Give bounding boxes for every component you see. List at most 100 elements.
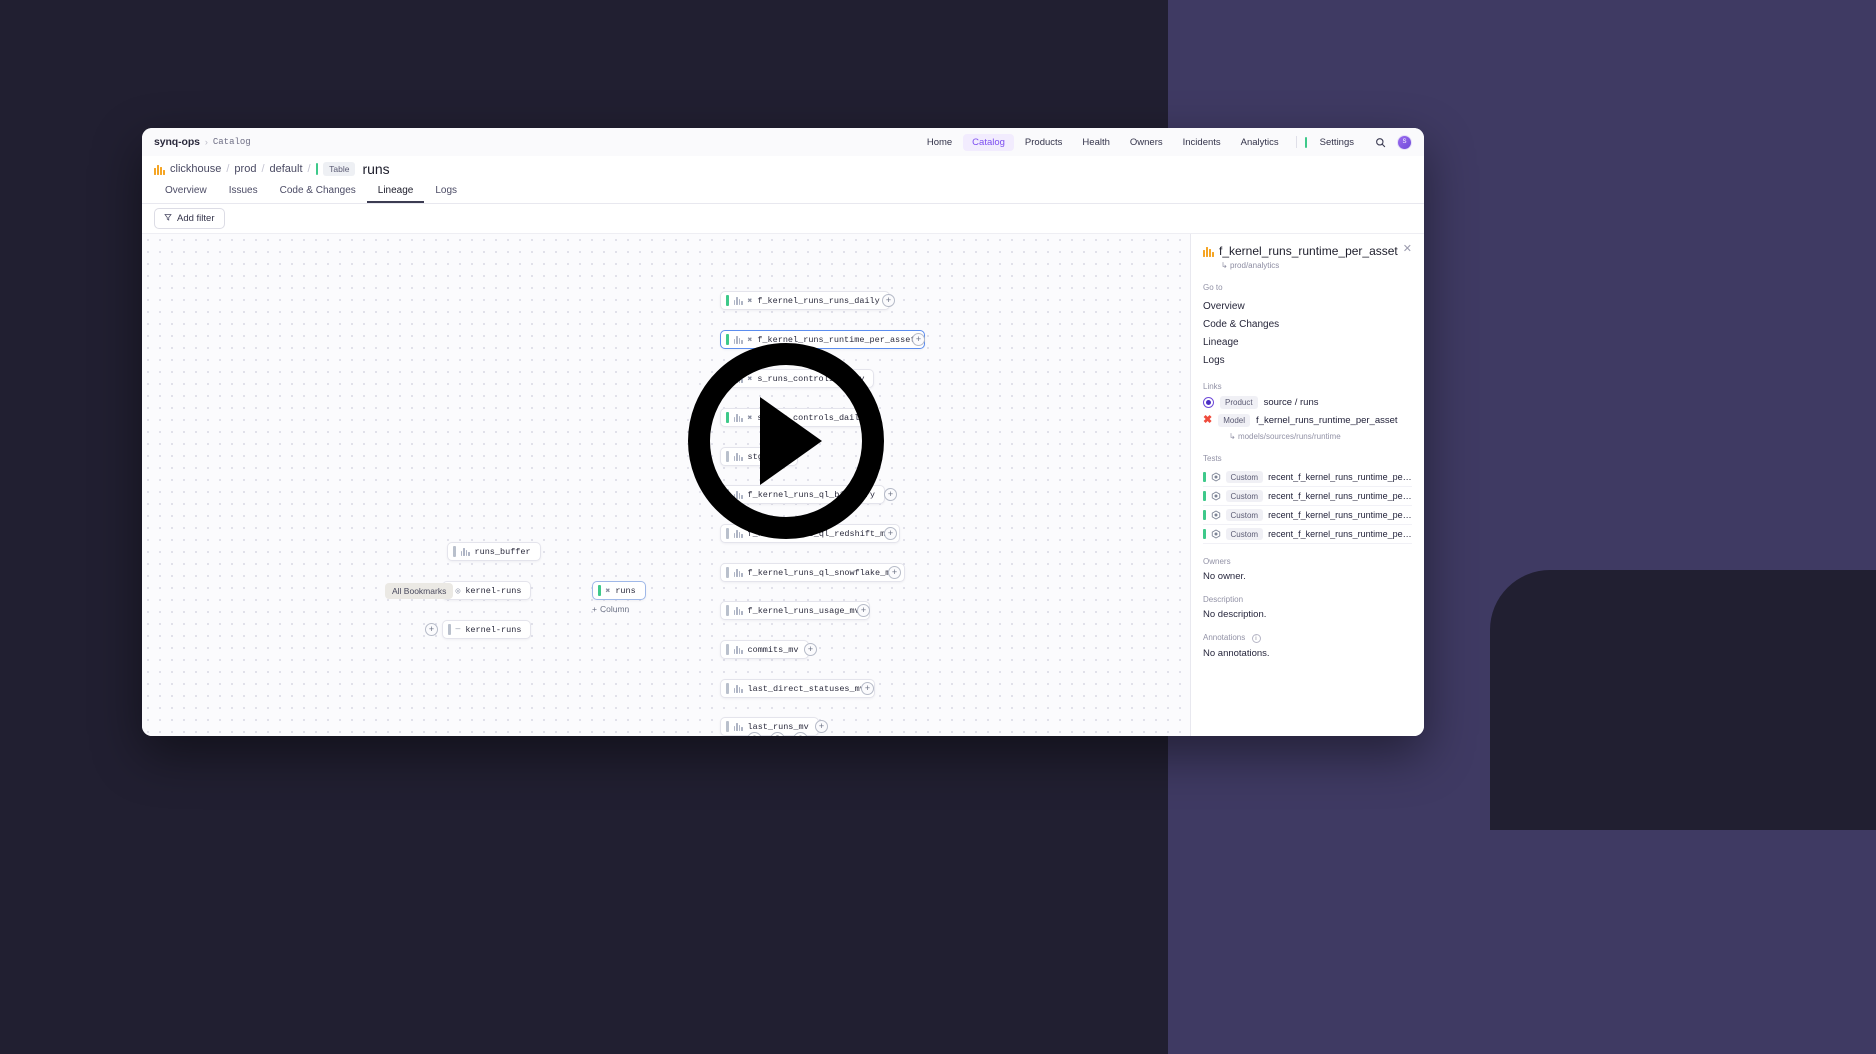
node-expander-button[interactable]: + — [868, 411, 881, 424]
node-label: f_kernel_runs_ql_redshift_mv — [747, 528, 891, 539]
test-name: recent_f_kernel_runs_runtime_per_... — [1268, 472, 1412, 483]
annotations-label: Annotations — [1203, 633, 1246, 643]
node-expander-button[interactable]: + — [912, 333, 925, 346]
nav-item-incidents[interactable]: Incidents — [1174, 134, 1230, 151]
hexagon-icon — [1211, 491, 1221, 501]
lineage-node[interactable]: f_kernel_runs_usage_mv — [720, 601, 870, 620]
arrow-corner-icon: ↳ — [1221, 261, 1228, 271]
node-expander-button[interactable]: + — [882, 294, 895, 307]
info-icon[interactable]: i — [1251, 634, 1261, 644]
search-icon[interactable] — [1373, 135, 1387, 149]
topbar-section-label[interactable]: Catalog — [213, 137, 251, 147]
lineage-node[interactable]: ✖ s_runs_controls_daily — [720, 408, 875, 427]
panel-subtitle: ↳ prod/analytics — [1221, 261, 1412, 270]
lineage-node[interactable]: runs_buffer — [447, 542, 541, 561]
node-bars-icon — [733, 490, 743, 499]
node-label: s_runs_controls_daily — [757, 373, 865, 384]
location-pin-icon[interactable]: ◎ — [770, 732, 785, 736]
lineage-node-selected[interactable]: ✖ f_kernel_runs_runtime_per_asset — [720, 330, 926, 349]
breadcrumb-item-clickhouse[interactable]: clickhouse — [170, 163, 221, 175]
nav-item-health[interactable]: Health — [1073, 134, 1118, 151]
node-expander-button[interactable]: + — [861, 682, 874, 695]
node-label: kernel-runs — [465, 624, 522, 635]
test-row[interactable]: Custom recent_f_kernel_runs_runtime_per_… — [1203, 525, 1412, 545]
node-bars-icon — [460, 547, 470, 556]
node-expander-button[interactable]: + — [804, 643, 817, 656]
lineage-node[interactable]: last_direct_statuses_mv — [720, 679, 875, 698]
lineage-node[interactable]: — kernel-runs — [442, 620, 532, 639]
breadcrumb-item-prod[interactable]: prod — [234, 163, 256, 175]
close-icon[interactable]: ✕ — [1403, 244, 1412, 255]
breadcrumb-item-default[interactable]: default — [270, 163, 303, 175]
node-status-bar — [448, 624, 451, 635]
brand-logo[interactable]: synq-ops — [154, 136, 200, 148]
nav-item-owners[interactable]: Owners — [1121, 134, 1172, 151]
test-name: recent_f_kernel_runs_runtime_per_... — [1268, 510, 1412, 521]
backdrop-notch — [1490, 570, 1876, 830]
asset-tabs: Overview Issues Code & Changes Lineage L… — [142, 182, 1424, 204]
lineage-node[interactable]: f_kernel_runs_ql_snowflake_mv — [720, 563, 906, 582]
node-expander-button[interactable]: + — [425, 623, 438, 636]
lineage-node[interactable]: ◎ kernel-runs — [442, 581, 532, 600]
top-navigation-bar: synq-ops › Catalog Home Catalog Products… — [142, 128, 1424, 156]
node-label: runs — [615, 585, 636, 596]
goto-item-logs[interactable]: Logs — [1203, 351, 1412, 369]
node-label: s_runs_controls_daily — [757, 412, 865, 423]
lineage-node[interactable]: f_kernel_runs_ql_bigquery — [720, 485, 886, 504]
asset-detail-panel: f_kernel_runs_runtime_per_asset ✕ ↳ prod… — [1190, 234, 1424, 736]
nav-item-analytics[interactable]: Analytics — [1232, 134, 1288, 151]
node-expander-button[interactable]: + — [857, 604, 870, 617]
test-row[interactable]: Custom recent_f_kernel_runs_runtime_per_… — [1203, 506, 1412, 526]
node-label: stg_runs — [747, 451, 789, 462]
tab-lineage[interactable]: Lineage — [366, 185, 425, 203]
test-status-bar — [1203, 510, 1206, 521]
goto-item-lineage[interactable]: Lineage — [1203, 333, 1412, 351]
zoom-in-icon[interactable]: ⊕ — [747, 732, 762, 736]
funnel-icon — [164, 213, 172, 224]
nav-item-settings[interactable]: Settings — [1304, 134, 1363, 151]
page-title: runs — [362, 161, 390, 177]
tab-issues[interactable]: Issues — [218, 185, 269, 203]
tab-logs[interactable]: Logs — [424, 185, 468, 203]
lineage-node[interactable]: f_kernel_runs_ql_redshift_mv — [720, 524, 901, 543]
link-row-product[interactable]: Product source / runs — [1203, 396, 1412, 410]
goto-item-code-and-changes[interactable]: Code & Changes — [1203, 315, 1412, 333]
tab-code-and-changes[interactable]: Code & Changes — [269, 185, 367, 203]
link-type-chip: Product — [1220, 396, 1258, 410]
link-type-chip: Model — [1218, 414, 1251, 428]
all-bookmarks-pill[interactable]: All Bookmarks — [385, 583, 454, 599]
test-row[interactable]: Custom recent_f_kernel_runs_runtime_per_… — [1203, 487, 1412, 507]
node-status-bar — [726, 644, 729, 655]
test-status-bar — [1203, 491, 1206, 502]
link-row-model[interactable]: ✖ Model f_kernel_runs_runtime_per_asset — [1203, 414, 1412, 428]
node-status-bar — [726, 451, 729, 462]
lineage-node[interactable]: commits_mv — [720, 640, 809, 659]
lineage-canvas[interactable]: runs_buffer ◎ kernel-runs — kernel-runs … — [142, 234, 1190, 736]
node-expander-button[interactable]: + — [815, 720, 828, 733]
test-row[interactable]: Custom recent_f_kernel_runs_runtime_per_… — [1203, 468, 1412, 488]
description-section-label: Description — [1203, 595, 1244, 605]
node-status-bar — [726, 567, 729, 578]
nav-item-catalog[interactable]: Catalog — [963, 133, 1014, 151]
asset-type-chip: Table — [323, 162, 356, 176]
chevron-right-icon: › — [204, 137, 208, 147]
add-filter-button[interactable]: Add filter — [154, 208, 225, 229]
zoom-out-icon[interactable]: ⊕ — [793, 732, 808, 736]
lineage-node[interactable]: ✖ f_kernel_runs_runs_daily — [720, 291, 890, 310]
tab-overview[interactable]: Overview — [154, 185, 218, 203]
node-expander-button[interactable]: + — [888, 566, 901, 579]
node-expander-button[interactable]: + — [884, 527, 897, 540]
node-status-bar — [453, 546, 456, 557]
goto-item-overview[interactable]: Overview — [1203, 297, 1412, 315]
nav-item-home[interactable]: Home — [918, 134, 961, 151]
lineage-node[interactable]: stg_runs — [720, 447, 799, 466]
lineage-node-center[interactable]: ✖ runs — [592, 581, 646, 600]
nav-item-products[interactable]: Products — [1016, 134, 1072, 151]
lineage-node[interactable]: ✖ s_runs_controls_daily — [720, 369, 875, 388]
avatar[interactable]: S — [1397, 134, 1412, 150]
breadcrumb-separator: / — [307, 163, 311, 175]
model-icon: ✖ — [1203, 414, 1213, 427]
node-expander-button[interactable]: + — [884, 488, 897, 501]
add-column-button[interactable]: + Column — [592, 604, 629, 614]
node-bars-icon — [733, 335, 743, 344]
